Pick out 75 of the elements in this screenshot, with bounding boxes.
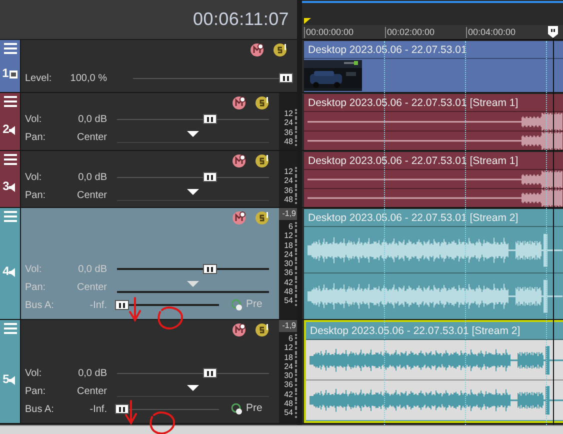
playhead-handle[interactable] (548, 26, 558, 38)
control-label: Bus A: (24, 298, 55, 312)
speaker-icon (9, 126, 18, 134)
control-value: 0,0 dB (77, 170, 107, 184)
slider-thumb[interactable] (115, 404, 129, 414)
control-value: 0,0 dB (77, 262, 107, 276)
pre-label: Pre (246, 401, 262, 416)
solo-icon[interactable] (255, 211, 269, 225)
timecode: 00:06:11:07 (193, 8, 289, 31)
control-label: Level: (24, 72, 53, 86)
control-value: 0,0 dB (77, 366, 107, 380)
track-number: 2 (2, 122, 10, 134)
speaker-icon (9, 183, 18, 192)
control-label: Pan: (24, 384, 47, 398)
control-label: Vol: (24, 112, 43, 126)
track-number: 1 (2, 67, 9, 79)
pre-label: Pre (246, 297, 262, 312)
mute-icon[interactable] (232, 96, 246, 110)
control-label: Pan: (24, 188, 47, 202)
control-label: Vol: (24, 262, 43, 276)
solo-icon[interactable] (255, 96, 269, 110)
control-label: Pan: (24, 130, 47, 144)
annotation-arrow (129, 297, 141, 322)
control-label: Vol: (24, 366, 43, 380)
mute-icon[interactable] (232, 323, 246, 337)
peak-value: -1,9 (279, 320, 297, 332)
video-event[interactable]: Desktop 2023.05.06 - 22.07.53.01 (304, 40, 563, 92)
track-number: 4 (2, 264, 10, 276)
pre-toggle-icon[interactable] (231, 299, 243, 311)
slider-thumb[interactable] (202, 172, 217, 182)
event-title: Desktop 2023.05.06 - 22.07.53.01 [Stream 1] (304, 94, 563, 112)
event-title: Desktop 2023.05.06 - 22.07.53.01 [Stream 2] (304, 209, 563, 227)
audio-event[interactable]: Desktop 2023.05.06 - 22.07.53.01 [Stream 2] (304, 320, 563, 423)
control-value: Center (76, 130, 107, 144)
audio-event[interactable]: Desktop 2023.05.06 - 22.07.53.01 [Stream 1] (304, 93, 563, 150)
film-icon (8, 70, 18, 79)
track-number: 3 (2, 180, 10, 192)
speaker-icon (9, 268, 18, 276)
control-value: Center (76, 384, 107, 398)
menu-icon[interactable] (4, 154, 16, 165)
control-label: Pan: (24, 280, 47, 294)
control-label: Bus A: (24, 402, 55, 416)
control-value: -Inf. (88, 298, 107, 312)
peak-value: -1,9 (279, 208, 297, 220)
control-value: Center (76, 280, 107, 294)
control-label: Vol: (24, 170, 43, 184)
mute-icon[interactable] (232, 154, 246, 168)
audio-event[interactable]: Desktop 2023.05.06 - 22.07.53.01 [Stream 1] (304, 151, 563, 207)
ruler-time-label: 00:00:00:00 (304, 27, 354, 38)
ruler-time-label: 00:02:00:00 (385, 27, 435, 38)
mute-icon[interactable] (250, 43, 264, 57)
menu-icon[interactable] (4, 96, 16, 107)
slider-thumb[interactable] (202, 114, 217, 124)
slider-thumb[interactable] (202, 368, 217, 378)
control-value: Center (76, 188, 107, 202)
menu-icon[interactable] (4, 43, 16, 54)
control-value: 100,0 % (69, 72, 107, 86)
pre-toggle-icon[interactable] (231, 403, 243, 415)
event-title: Desktop 2023.05.06 - 22.07.53.01 [Stream 1] (304, 152, 563, 170)
event-title: Desktop 2023.05.06 - 22.07.53.01 (304, 41, 563, 59)
audio-event[interactable]: Desktop 2023.05.06 - 22.07.53.01 [Stream 2] (304, 208, 563, 319)
ruler-time-label: 00:04:00:00 (466, 27, 516, 38)
control-value: -Inf. (88, 402, 107, 416)
mute-icon[interactable] (232, 211, 246, 225)
slider-thumb[interactable] (279, 73, 293, 83)
annotation-arrow (125, 400, 137, 425)
solo-icon[interactable] (273, 43, 287, 57)
track-number: 5 (2, 372, 10, 384)
control-value: 0,0 dB (77, 112, 107, 126)
solo-icon[interactable] (255, 323, 269, 337)
slider-thumb[interactable] (202, 264, 217, 274)
slider-thumb[interactable] (115, 300, 129, 310)
pan-marker[interactable] (187, 281, 199, 287)
speaker-icon (9, 376, 18, 384)
solo-icon[interactable] (255, 154, 269, 168)
